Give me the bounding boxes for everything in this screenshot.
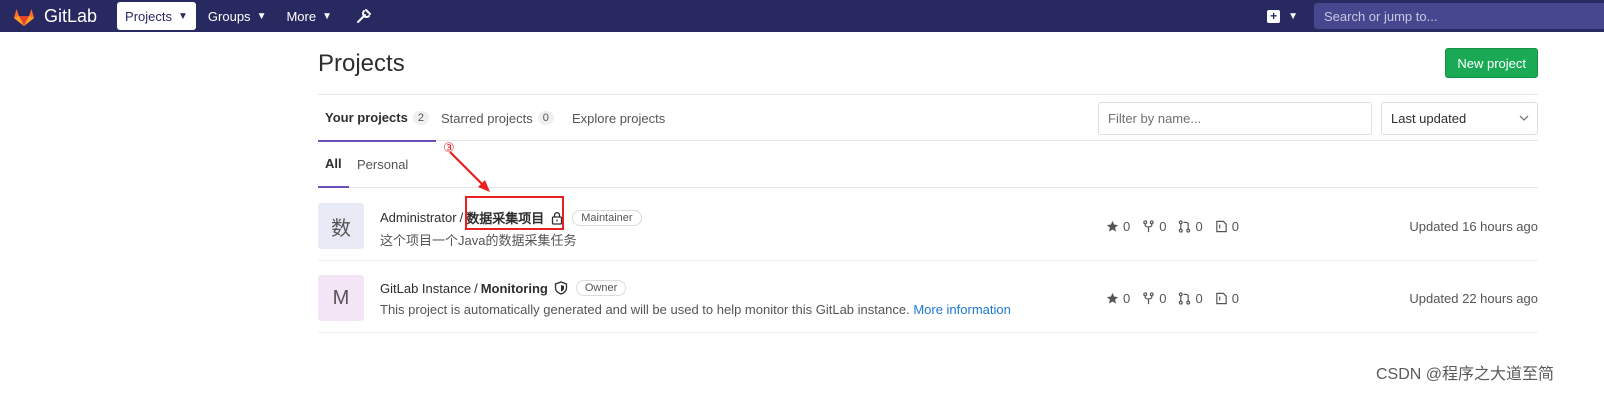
annotation-highlight-box <box>465 196 564 230</box>
tab-label: Your projects <box>325 110 408 125</box>
forks-count[interactable]: 0 <box>1142 219 1166 234</box>
new-item-dropdown[interactable]: + ▼ <box>1267 9 1298 23</box>
description-text: This project is automatically generated … <box>380 302 910 317</box>
stars-count[interactable]: 0 <box>1106 219 1130 234</box>
project-row[interactable]: M GitLab Instance / Monitoring Owner Thi… <box>318 261 1538 333</box>
search-placeholder: Search or jump to... <box>1324 8 1438 24</box>
watermark: CSDN @程序之大道至简 <box>1375 366 1554 383</box>
annotation-arrow-icon <box>449 151 490 192</box>
new-project-button[interactable]: New project <box>1445 48 1538 78</box>
path-separator: / <box>459 210 464 225</box>
subtab-all[interactable]: All <box>318 141 349 188</box>
stat-value: 0 <box>1195 291 1203 306</box>
role-badge: Maintainer <box>572 209 642 226</box>
stat-value: 0 <box>1231 291 1239 306</box>
tab-count-badge: 2 <box>412 110 429 125</box>
updated-time: Updated 16 hours ago <box>1409 219 1538 234</box>
project-avatar[interactable]: M <box>318 275 364 321</box>
merge-requests-count[interactable]: 0 <box>1178 291 1203 306</box>
role-badge: Owner <box>575 280 627 296</box>
stat-value: 0 <box>1159 219 1167 234</box>
project-namespace[interactable]: Administrator <box>380 210 457 225</box>
tab-starred-projects[interactable]: Starred projects 0 <box>441 95 554 141</box>
tab-label: Starred projects <box>441 110 533 126</box>
wrench-icon <box>357 9 371 23</box>
path-separator: / <box>474 280 478 296</box>
chevron-down-icon: ▼ <box>322 10 332 22</box>
nav-groups-label: Groups <box>207 8 251 24</box>
sort-selected-value: Last updated <box>1391 111 1467 126</box>
tab-explore-projects[interactable]: Explore projects <box>572 95 665 141</box>
gitlab-logo-icon <box>14 9 34 26</box>
fork-icon <box>1143 292 1154 305</box>
forks-count[interactable]: 0 <box>1142 291 1166 306</box>
global-search-input[interactable]: Search or jump to... <box>1314 3 1604 29</box>
stat-value: 0 <box>1195 219 1203 234</box>
stat-value: 0 <box>1231 219 1239 234</box>
tab-count-badge: 0 <box>537 111 554 125</box>
plus-square-icon: + <box>1267 9 1281 23</box>
subtab-personal[interactable]: Personal <box>357 141 408 187</box>
project-avatar[interactable]: 数 <box>318 203 364 249</box>
merge-request-icon <box>1179 292 1191 305</box>
shield-icon <box>554 281 568 295</box>
project-name[interactable]: Monitoring <box>481 281 548 296</box>
chevron-down-icon <box>1519 115 1529 121</box>
more-information-link[interactable]: More information <box>913 302 1011 317</box>
project-namespace[interactable]: GitLab Instance <box>380 281 471 296</box>
stat-value: 0 <box>1123 291 1131 306</box>
stat-value: 0 <box>1159 291 1167 306</box>
gitlab-brand[interactable]: GitLab <box>12 0 97 32</box>
chevron-down-icon: ▼ <box>178 10 188 22</box>
project-stats: 0 0 0 0 <box>1106 219 1251 234</box>
merge-requests-count[interactable]: 0 <box>1178 219 1203 234</box>
star-icon <box>1106 292 1119 304</box>
fork-icon <box>1143 220 1154 233</box>
nav-more-dropdown[interactable]: More ▼ <box>278 2 340 30</box>
admin-area-button[interactable] <box>354 6 374 26</box>
nav-projects-label: Projects <box>125 8 173 24</box>
project-stats: 0 0 0 0 <box>1106 291 1251 306</box>
filter-placeholder: Filter by name... <box>1108 111 1202 126</box>
project-description: 这个项目一个Java的数据采集任务 <box>380 230 576 249</box>
description-text: 这个项目一个Java的数据采集任务 <box>380 233 577 248</box>
nav-projects-dropdown[interactable]: Projects ▼ <box>117 2 196 30</box>
chevron-down-icon: ▼ <box>1288 10 1298 22</box>
tab-your-projects[interactable]: Your projects 2 <box>318 95 436 142</box>
stars-count[interactable]: 0 <box>1106 291 1130 306</box>
tab-label: Explore projects <box>572 110 666 126</box>
project-description: This project is automatically generated … <box>380 302 1011 317</box>
project-title: GitLab Instance / Monitoring Owner <box>380 280 627 296</box>
issues-count[interactable]: 0 <box>1215 291 1239 306</box>
issues-icon <box>1215 292 1227 305</box>
updated-time: Updated 22 hours ago <box>1409 291 1538 306</box>
top-navbar: GitLab Projects ▼ Groups ▼ More ▼ + ▼ Se… <box>0 0 1604 32</box>
issues-icon <box>1215 220 1227 233</box>
nav-more-label: More <box>286 8 317 24</box>
sort-dropdown[interactable]: Last updated <box>1381 102 1538 135</box>
brand-name: GitLab <box>44 5 98 26</box>
page-title: Projects <box>318 50 405 77</box>
star-icon <box>1106 220 1119 232</box>
merge-request-icon <box>1179 220 1191 233</box>
project-subtabs: All Personal <box>318 141 1538 188</box>
nav-groups-dropdown[interactable]: Groups ▼ <box>200 2 275 30</box>
stat-value: 0 <box>1123 219 1131 234</box>
project-tabs: Your projects 2 Starred projects 0 Explo… <box>318 94 1538 142</box>
filter-by-name-input[interactable]: Filter by name... <box>1098 102 1372 135</box>
issues-count[interactable]: 0 <box>1215 219 1239 234</box>
chevron-down-icon: ▼ <box>256 10 267 22</box>
